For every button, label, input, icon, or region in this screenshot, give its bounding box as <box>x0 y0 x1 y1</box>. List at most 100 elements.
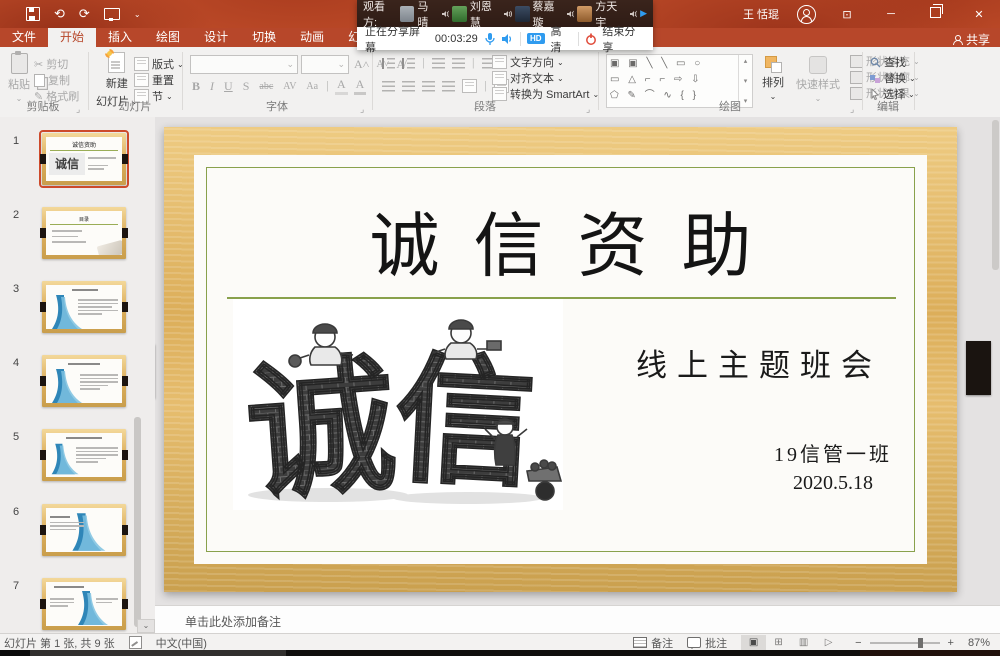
expand-viewers-icon[interactable]: ▶ <box>640 8 647 19</box>
columns-icon[interactable] <box>462 79 477 93</box>
collapse-thumbnails-button[interactable]: ⌄ <box>137 619 155 633</box>
tab-transitions[interactable]: 切换 <box>240 28 288 47</box>
notes-toggle[interactable]: 备注 <box>633 635 673 651</box>
redo-icon[interactable]: ⟳ <box>79 6 90 22</box>
start-slideshow-icon[interactable] <box>104 8 120 20</box>
tab-animations[interactable]: 动画 <box>288 28 336 47</box>
comments-toggle[interactable]: 批注 <box>687 635 727 651</box>
tab-home[interactable]: 开始 <box>48 28 96 47</box>
italic-button[interactable]: I <box>208 79 216 94</box>
canvas-scrollbar[interactable] <box>992 120 999 270</box>
thumb-frame[interactable] <box>42 429 126 481</box>
slide-counter[interactable]: 幻灯片 第 1 张, 共 9 张 <box>4 635 115 651</box>
language-indicator[interactable]: 中文(中国) <box>156 635 207 651</box>
slide-background[interactable]: 诚信资助 诚 信 <box>194 155 927 564</box>
thumb-frame[interactable]: 目录 <box>42 207 126 259</box>
slide-subtitle[interactable]: 线上主题班会 <box>599 340 919 385</box>
arrange-button[interactable]: 排列 ⌄ <box>762 56 784 101</box>
increase-indent-icon[interactable] <box>452 58 465 69</box>
restore-button[interactable] <box>922 7 948 21</box>
slide-date[interactable]: 2020.5.18 <box>733 472 933 495</box>
proofing-icon[interactable] <box>129 636 142 649</box>
font-dialog-launcher[interactable]: ⌟ <box>360 104 364 115</box>
zoom-level[interactable]: 87% <box>968 637 990 649</box>
char-spacing-button[interactable]: AV <box>281 81 298 92</box>
notes-pane[interactable]: 单击此处添加备注 <box>155 605 1000 634</box>
numbering-icon[interactable] <box>402 58 415 69</box>
tab-insert[interactable]: 插入 <box>96 28 144 47</box>
zoom-out-button[interactable]: − <box>855 637 861 649</box>
align-right-icon[interactable] <box>422 81 435 92</box>
scroll-down-icon[interactable]: ▾ <box>744 77 748 85</box>
thumb-frame[interactable] <box>42 281 126 333</box>
font-name-combo[interactable]: ⌄ <box>190 55 298 74</box>
slide-title[interactable]: 诚信资助 <box>207 190 914 291</box>
notes-placeholder[interactable]: 单击此处添加备注 <box>185 613 281 630</box>
layout-button[interactable]: 版式⌄ <box>134 56 184 72</box>
paste-button[interactable]: 粘贴 ⌄ <box>8 53 30 103</box>
drawing-dialog-launcher[interactable]: ⌟ <box>850 104 854 115</box>
shapes-row2[interactable]: ▭ △ ⌐ ⌐ ⇨ ⇩ <box>610 72 735 88</box>
tab-file[interactable]: 文件 <box>0 28 48 47</box>
zoom-slider[interactable] <box>870 642 940 644</box>
qat-customize-icon[interactable]: ⌄ <box>134 10 141 19</box>
font-color-button[interactable]: A <box>354 77 367 95</box>
highlight-button[interactable]: A <box>335 77 348 95</box>
bullets-icon[interactable] <box>382 58 395 69</box>
align-text-button[interactable]: 对齐文本⌄ <box>492 70 599 86</box>
zoom-in-button[interactable]: + <box>948 637 954 649</box>
speaker-icon[interactable] <box>501 33 514 45</box>
align-center-icon[interactable] <box>402 81 415 92</box>
share-button[interactable]: 共享 <box>952 31 990 48</box>
shapes-row1[interactable]: ▣ ▣ ╲ ╲ ▭ ○ <box>610 56 735 72</box>
find-button[interactable]: 查找 <box>870 54 916 70</box>
thumb-frame[interactable] <box>42 578 126 630</box>
view-reading-button[interactable]: ▥ <box>791 635 816 650</box>
bold-button[interactable]: B <box>190 79 202 94</box>
cut-button[interactable]: ✂剪切 <box>34 56 79 72</box>
view-slideshow-button[interactable]: ▷ <box>816 635 841 650</box>
integrity-cartoon-image[interactable]: 诚 信 <box>233 299 563 510</box>
text-shadow-button[interactable]: S <box>241 79 252 94</box>
view-normal-button[interactable]: ▣ <box>741 635 766 650</box>
undo-icon[interactable]: ⟲ <box>54 6 65 22</box>
underline-button[interactable]: U <box>222 79 235 94</box>
thumb-number: 5 <box>13 431 19 443</box>
tab-design[interactable]: 设计 <box>192 28 240 47</box>
justify-icon[interactable] <box>442 81 455 92</box>
thumb-frame[interactable] <box>42 504 126 556</box>
slide-canvas[interactable]: 诚信资助 诚 信 <box>155 117 1000 605</box>
tab-draw[interactable]: 绘图 <box>144 28 192 47</box>
clipboard-dialog-launcher[interactable]: ⌟ <box>76 104 80 115</box>
end-share-icon[interactable] <box>585 33 597 45</box>
strikethrough-button[interactable]: abc <box>257 81 275 92</box>
change-case-button[interactable]: Aa <box>304 81 320 92</box>
slide-class-name[interactable]: 19信管一班 <box>733 438 933 467</box>
view-sorter-button[interactable]: ⊞ <box>766 635 791 650</box>
paragraph-dialog-launcher[interactable]: ⌟ <box>586 104 590 115</box>
text-direction-button[interactable]: 文字方向⌄ <box>492 54 599 70</box>
thumbnail-scrollbar[interactable] <box>134 417 141 627</box>
thumb-frame[interactable] <box>42 355 126 407</box>
thumb-frame[interactable]: 诚信资助 诚信 <box>42 133 126 185</box>
end-share-label[interactable]: 结束分享 <box>602 23 645 55</box>
hd-badge[interactable]: HD <box>527 33 545 44</box>
reset-button[interactable]: 重置 <box>134 72 184 88</box>
copy-button[interactable]: 复制 <box>34 72 79 88</box>
grow-font-button[interactable]: A˄ <box>352 57 371 72</box>
scroll-up-icon[interactable]: ▴ <box>744 57 748 65</box>
save-icon[interactable] <box>26 7 40 21</box>
mic-icon[interactable] <box>484 32 496 46</box>
minimize-button[interactable]: ─ <box>878 8 904 20</box>
close-button[interactable]: ✕ <box>966 8 992 21</box>
font-size-combo[interactable]: ⌄ <box>301 55 349 74</box>
hd-label[interactable]: 高清 <box>551 23 572 55</box>
decrease-indent-icon[interactable] <box>432 58 445 69</box>
align-left-icon[interactable] <box>382 81 395 92</box>
viewer[interactable]: 刘恩慧 <box>452 0 512 30</box>
ribbon-display-options-icon[interactable]: ⊡ <box>834 8 860 21</box>
zoom-slider-thumb[interactable] <box>918 638 923 648</box>
replace-button[interactable]: 替换 ⌄ <box>870 70 916 86</box>
account-name[interactable]: 王 恬琨 <box>743 6 779 22</box>
account-avatar-icon[interactable] <box>797 5 816 24</box>
